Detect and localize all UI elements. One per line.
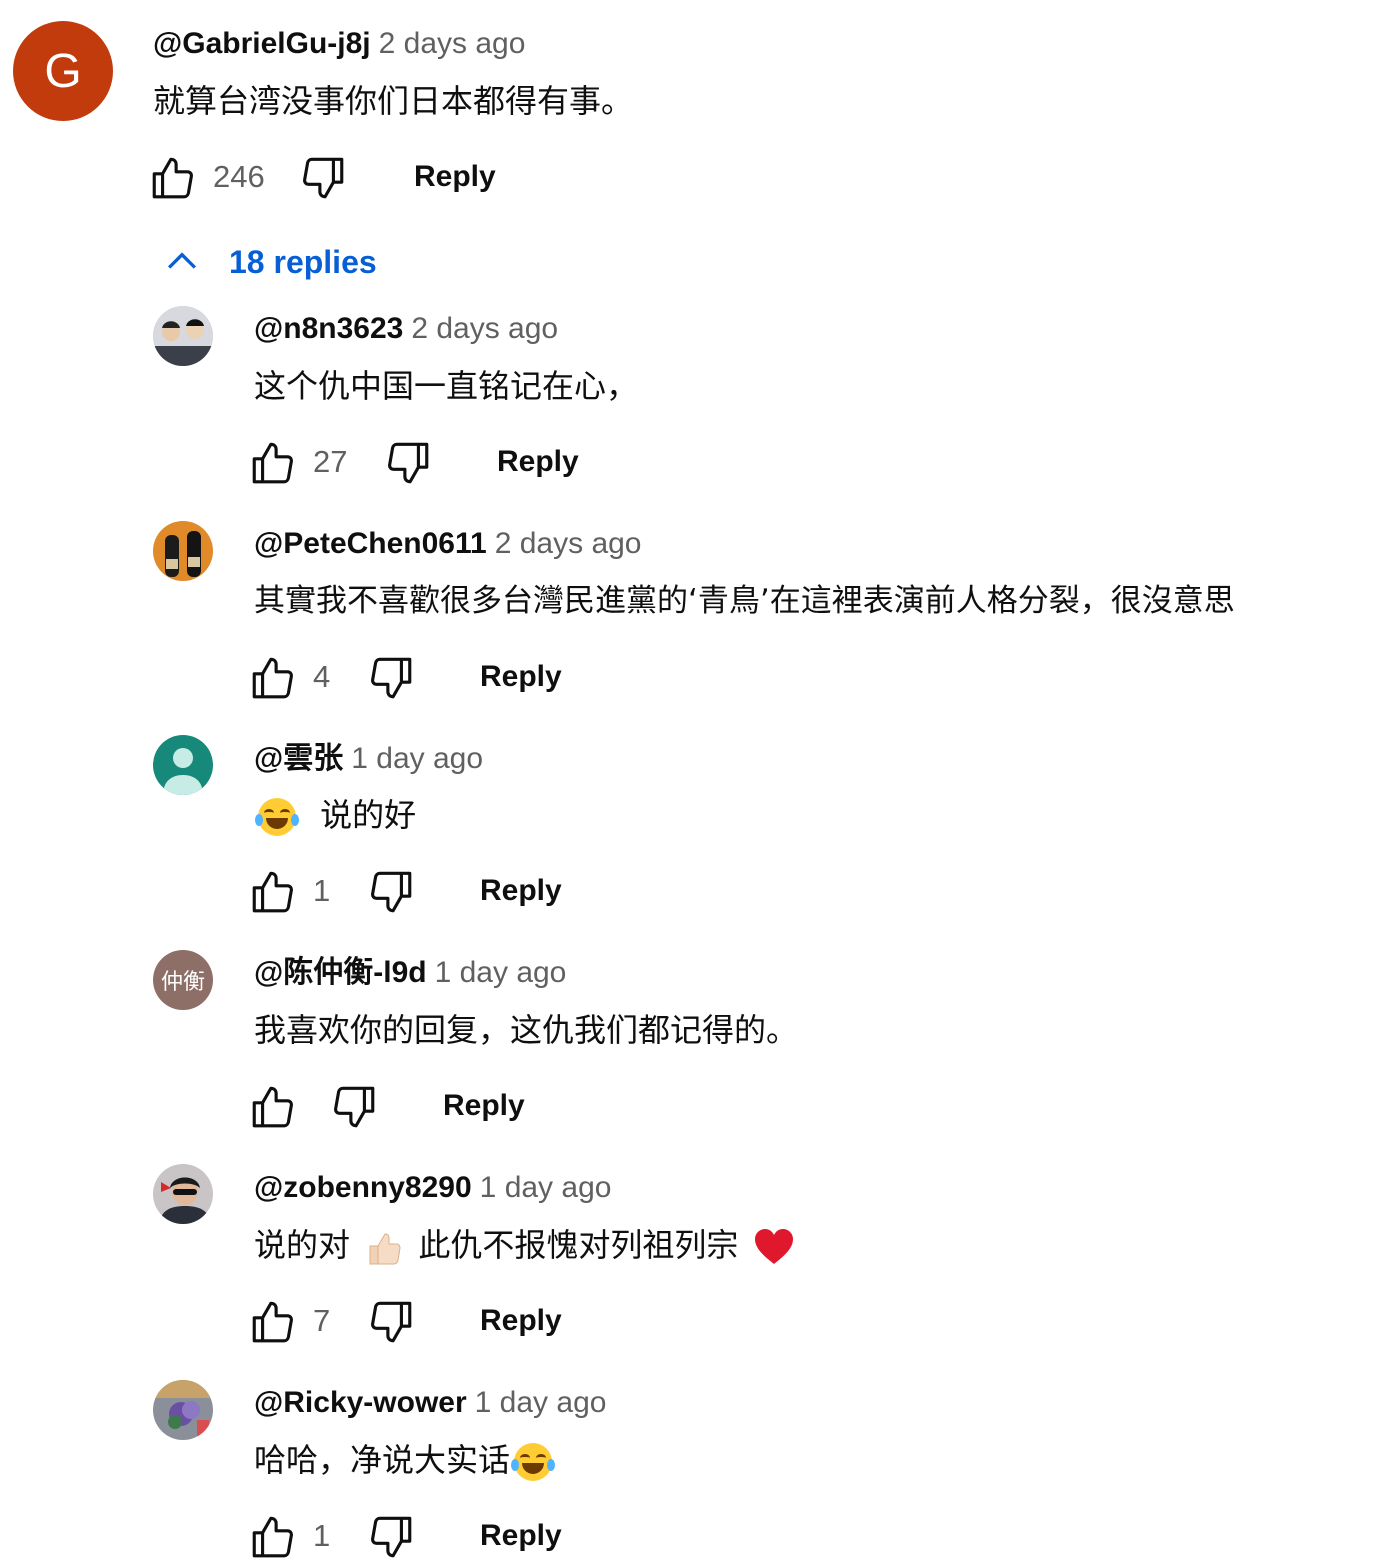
comment-actions: 246 Reply bbox=[148, 153, 548, 203]
timestamp[interactable]: 1 day ago bbox=[435, 956, 567, 989]
reply-button[interactable]: Reply bbox=[480, 1518, 562, 1554]
avatar-photo-icon bbox=[153, 1380, 213, 1440]
reply-button[interactable]: Reply bbox=[480, 659, 562, 695]
comment-text-part: 此仇不报愧对列祖列宗 bbox=[418, 1226, 739, 1264]
comment-header: @雲张 1 day ago bbox=[254, 741, 483, 777]
avatar[interactable]: 仲衡 bbox=[153, 950, 213, 1010]
comment-text: 哈哈，净说大实话 bbox=[254, 1440, 556, 1481]
reply-button[interactable]: Reply bbox=[480, 873, 562, 909]
comment-text: 就算台湾没事你们日本都得有事。 bbox=[153, 82, 634, 120]
default-user-icon bbox=[163, 748, 203, 795]
dislike-icon[interactable] bbox=[298, 153, 348, 203]
reply-button[interactable]: Reply bbox=[497, 444, 579, 480]
avatar-letter: G bbox=[44, 44, 82, 98]
avatar-text: 仲衡 bbox=[160, 969, 205, 994]
dislike-icon[interactable] bbox=[366, 1512, 416, 1562]
comment-text-body: 说的好 bbox=[320, 796, 417, 834]
avatar[interactable] bbox=[153, 1164, 213, 1224]
comment-header: @zobenny8290 1 day ago bbox=[254, 1170, 611, 1206]
like-icon[interactable] bbox=[248, 867, 298, 917]
like-count: 7 bbox=[313, 1303, 331, 1338]
laughing-tears-emoji-icon bbox=[511, 1443, 556, 1481]
comment-text-body: 哈哈，净说大实话 bbox=[254, 1441, 511, 1479]
avatar[interactable] bbox=[153, 521, 213, 581]
author-name[interactable]: @Ricky-wower bbox=[254, 1386, 467, 1419]
author-name[interactable]: @zobenny8290 bbox=[254, 1171, 472, 1204]
author-name[interactable]: @陈仲衡-l9d bbox=[254, 956, 427, 989]
comment-text: 其實我不喜歡很多台灣民進黨的‘青鳥’在這裡表演前人格分裂，很沒意思 bbox=[254, 583, 1235, 619]
like-count: 1 bbox=[313, 1518, 331, 1553]
dislike-icon[interactable] bbox=[366, 653, 416, 703]
avatar-photo-icon bbox=[153, 521, 213, 581]
author-name[interactable]: @n8n3623 bbox=[254, 312, 403, 345]
reply-button[interactable]: Reply bbox=[414, 159, 496, 195]
avatar[interactable]: G bbox=[13, 21, 113, 121]
avatar[interactable] bbox=[153, 306, 213, 366]
replies-count-label: 18 replies bbox=[229, 243, 377, 280]
like-icon[interactable] bbox=[248, 1512, 298, 1562]
chevron-up-icon bbox=[167, 252, 197, 269]
avatar-photo-icon bbox=[153, 306, 213, 366]
author-name[interactable]: @PeteChen0611 bbox=[254, 527, 487, 560]
comment-header: @n8n3623 2 days ago bbox=[254, 311, 558, 347]
dislike-icon[interactable] bbox=[329, 1082, 379, 1132]
like-count: 27 bbox=[313, 444, 348, 479]
like-icon[interactable] bbox=[248, 1082, 298, 1132]
comment-text: 说的好 bbox=[254, 795, 416, 836]
timestamp[interactable]: 1 day ago bbox=[480, 1171, 612, 1204]
like-icon[interactable] bbox=[248, 438, 298, 488]
dislike-icon[interactable] bbox=[383, 438, 433, 488]
author-name[interactable]: @GabrielGu-j8j bbox=[153, 27, 371, 60]
timestamp[interactable]: 1 day ago bbox=[351, 742, 483, 775]
dislike-icon[interactable] bbox=[366, 867, 416, 917]
comment-actions: 7 Reply bbox=[248, 1297, 648, 1347]
laughing-tears-emoji-icon bbox=[255, 798, 299, 836]
like-count: 4 bbox=[313, 659, 331, 694]
avatar[interactable] bbox=[153, 1380, 213, 1440]
dislike-icon[interactable] bbox=[366, 1297, 416, 1347]
reply-button[interactable]: Reply bbox=[480, 1303, 562, 1339]
timestamp[interactable]: 2 days ago bbox=[379, 27, 526, 60]
red-heart-emoji-icon bbox=[754, 1229, 793, 1264]
replies-toggle[interactable]: 18 replies bbox=[160, 240, 377, 284]
reply-button[interactable]: Reply bbox=[443, 1088, 525, 1124]
comment-text: 我喜欢你的回复，这仇我们都记得的。 bbox=[254, 1011, 799, 1049]
comment-actions: 1 Reply bbox=[248, 1512, 648, 1562]
avatar[interactable] bbox=[153, 735, 213, 795]
author-name[interactable]: @雲张 bbox=[254, 742, 343, 775]
comment-header: @PeteChen0611 2 days ago bbox=[254, 526, 642, 562]
like-icon[interactable] bbox=[248, 653, 298, 703]
like-icon[interactable] bbox=[248, 1297, 298, 1347]
avatar-photo-icon bbox=[153, 1164, 213, 1224]
like-count: 246 bbox=[213, 159, 265, 194]
thumbs-up-emoji-icon bbox=[369, 1233, 401, 1265]
comment-text: 说的对 此仇不报愧对列祖列宗 bbox=[254, 1225, 799, 1268]
comment-text: 这个仇中国一直铭记在心， bbox=[254, 367, 639, 405]
timestamp[interactable]: 1 day ago bbox=[475, 1386, 607, 1419]
comment-actions: 27 Reply bbox=[248, 438, 648, 488]
comment-actions: 1 Reply bbox=[248, 867, 648, 917]
comment-header: @GabrielGu-j8j 2 days ago bbox=[153, 26, 525, 62]
comment-header: @Ricky-wower 1 day ago bbox=[254, 1385, 606, 1421]
like-icon[interactable] bbox=[148, 153, 198, 203]
comment-actions: Reply bbox=[248, 1082, 648, 1132]
comment-header: @陈仲衡-l9d 1 day ago bbox=[254, 955, 566, 991]
comment-actions: 4 Reply bbox=[248, 653, 648, 703]
timestamp[interactable]: 2 days ago bbox=[495, 527, 642, 560]
comment-text-part: 说的对 bbox=[254, 1226, 351, 1264]
like-count: 1 bbox=[313, 873, 331, 908]
timestamp[interactable]: 2 days ago bbox=[411, 312, 558, 345]
